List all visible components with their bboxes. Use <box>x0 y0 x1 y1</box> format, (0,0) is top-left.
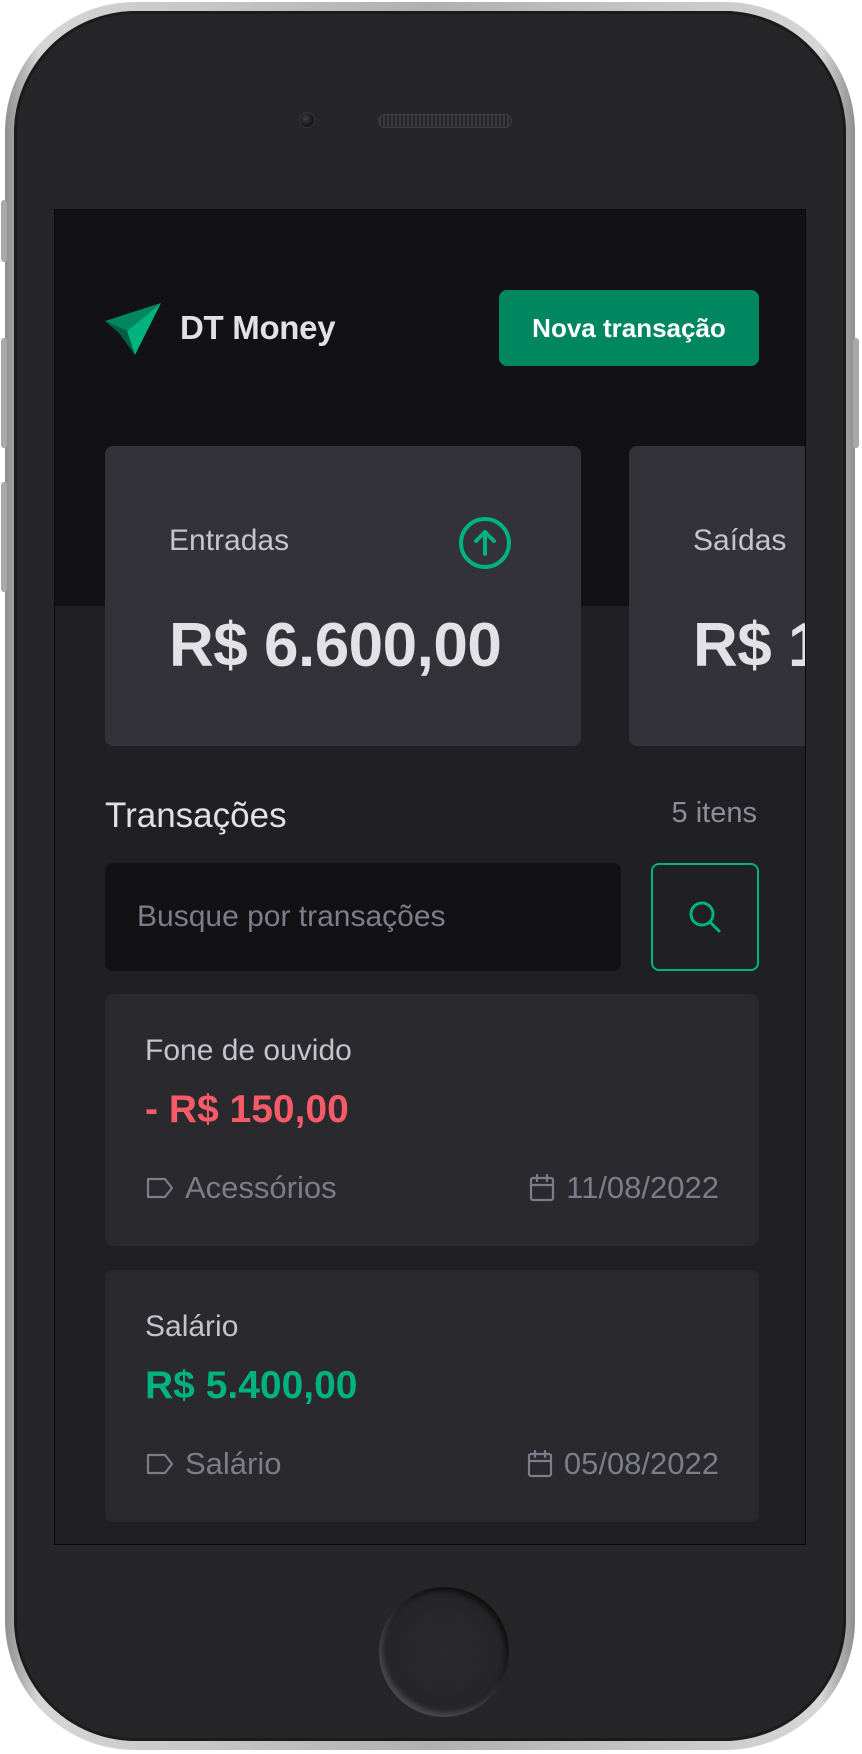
summary-value: R$ 6.600,00 <box>169 611 502 680</box>
magnifying-glass-icon <box>689 901 721 933</box>
new-transaction-button[interactable]: Nova transação <box>499 290 759 366</box>
transaction-price: - R$ 150,00 <box>145 1088 349 1131</box>
transaction-description: Fone de ouvido <box>145 1034 352 1067</box>
category-label: Salário <box>185 1446 282 1481</box>
transactions-title: Transações <box>105 796 287 835</box>
calendar-icon <box>527 1449 552 1478</box>
transaction-category: Acessórios <box>145 1170 337 1206</box>
category-label: Acessórios <box>185 1170 337 1205</box>
summary-card-outcome: Saídas R$ 1 <box>629 446 805 746</box>
transactions-count: 5 itens <box>671 797 757 829</box>
transaction-category: Salário <box>145 1446 282 1482</box>
transaction-date: 11/08/2022 <box>528 1170 719 1206</box>
transaction-price: R$ 5.400,00 <box>145 1364 358 1407</box>
summary-card-income: Entradas R$ 6.600,00 <box>105 446 581 746</box>
transaction-description: Salário <box>145 1310 239 1343</box>
date-label: 11/08/2022 <box>566 1170 719 1205</box>
front-camera <box>299 112 315 128</box>
calendar-icon <box>530 1173 555 1202</box>
app-screen: DT Money Nova transação Entradas R$ 6.60… <box>54 209 806 1545</box>
brand-name: DT Money <box>180 309 336 346</box>
volume-down-button <box>1 482 7 592</box>
search-input[interactable] <box>105 863 621 971</box>
volume-up-button <box>1 338 7 448</box>
transaction-card[interactable]: Fone de ouvido - R$ 150,00 Acessórios 11… <box>105 994 759 1246</box>
transaction-card[interactable]: Salário R$ 5.400,00 Salário 05/08/2022 <box>105 1270 759 1522</box>
arrow-circle-up-icon <box>459 517 511 569</box>
transaction-date: 05/08/2022 <box>526 1446 719 1482</box>
date-label: 05/08/2022 <box>563 1446 719 1481</box>
summary-label: Saídas <box>693 524 787 557</box>
power-button <box>853 338 859 448</box>
home-button[interactable] <box>379 1587 509 1717</box>
mute-switch <box>1 200 7 262</box>
earpiece-speaker <box>378 114 512 128</box>
tag-icon <box>146 1453 174 1475</box>
search-button[interactable] <box>651 863 759 971</box>
logo-icon <box>105 303 161 355</box>
summary-value: R$ 1 <box>693 611 805 680</box>
tag-icon <box>146 1177 174 1199</box>
summary-label: Entradas <box>169 524 290 557</box>
